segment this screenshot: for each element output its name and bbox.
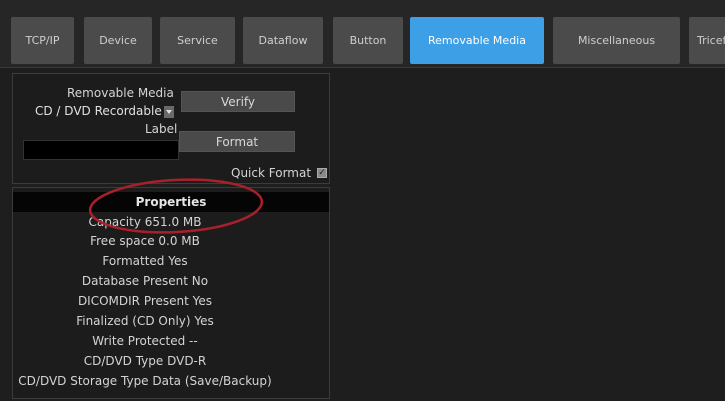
properties-panel: Properties Capacity 651.0 MB Free space … bbox=[12, 187, 330, 399]
tab-service[interactable]: Service bbox=[160, 17, 235, 64]
verify-button[interactable]: Verify bbox=[181, 91, 295, 112]
tab-tcp-ip[interactable]: TCP/IP bbox=[11, 17, 74, 64]
tab-removable-media[interactable]: Removable Media bbox=[410, 17, 544, 64]
properties-header: Properties bbox=[13, 192, 329, 212]
tab-button[interactable]: Button bbox=[333, 17, 403, 64]
removable-media-panel: Removable Media CD / DVD Recordable Veri… bbox=[12, 73, 330, 184]
format-button[interactable]: Format bbox=[179, 131, 295, 152]
tab-dataflow[interactable]: Dataflow bbox=[243, 17, 323, 64]
property-finalized: Finalized (CD Only) Yes bbox=[76, 314, 214, 328]
property-formatted: Formatted Yes bbox=[102, 254, 188, 268]
tab-bar: TCP/IP Device Service Dataflow Button Re… bbox=[0, 0, 725, 68]
property-cd-dvd-type: CD/DVD Type DVD-R bbox=[83, 354, 207, 368]
property-write-protected: Write Protected -- bbox=[92, 334, 198, 348]
quick-format-checkbox[interactable]: ✓ bbox=[317, 168, 327, 178]
property-dicomdir-present: DICOMDIR Present Yes bbox=[77, 294, 213, 308]
label-label: Label bbox=[145, 122, 178, 136]
property-free-space: Free space 0.0 MB bbox=[90, 234, 200, 248]
quick-format-label: Quick Format bbox=[231, 166, 312, 180]
tab-miscellaneous[interactable]: Miscellaneous bbox=[553, 17, 680, 64]
media-type-select[interactable]: CD / DVD Recordable bbox=[35, 104, 187, 120]
media-type-value: CD / DVD Recordable bbox=[35, 104, 162, 118]
tab-device[interactable]: Device bbox=[84, 17, 152, 64]
chevron-down-icon[interactable] bbox=[163, 105, 174, 118]
checkmark-icon: ✓ bbox=[318, 168, 326, 178]
property-database-present: Database Present No bbox=[81, 274, 209, 288]
label-input[interactable] bbox=[23, 140, 179, 160]
removable-media-label: Removable Media bbox=[67, 86, 174, 100]
property-capacity: Capacity 651.0 MB bbox=[88, 215, 202, 229]
tab-tricefy[interactable]: Tricefy bbox=[689, 17, 725, 64]
property-storage-type: CD/DVD Storage Type Data (Save/Backup) bbox=[18, 374, 272, 388]
